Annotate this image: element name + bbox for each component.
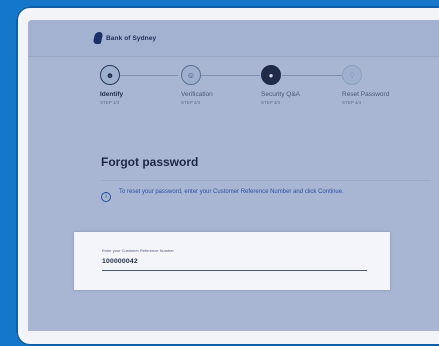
user-id-icon: ☻ xyxy=(100,65,120,85)
step-reset-password: ⚲ Reset Password STEP 4/4 xyxy=(342,65,422,105)
brand-name: Bank of Sydney xyxy=(106,34,157,42)
app-screen: Bank of Sydney ☻ Identify STEP 1/4 ☺ Ver… xyxy=(28,20,439,331)
step-label: Reset Password xyxy=(342,91,390,98)
step-identify: ☻ Identify STEP 1/4 xyxy=(100,65,180,105)
info-message: i To reset your password, enter your Cus… xyxy=(101,188,401,202)
key-icon: ⚲ xyxy=(342,65,362,85)
step-label: Identify xyxy=(100,91,124,98)
brand-logo[interactable]: Bank of Sydney xyxy=(92,32,157,44)
crn-card: Enter your Customer Reference Number 100… xyxy=(74,232,390,290)
input-underline xyxy=(102,270,367,271)
divider xyxy=(101,180,431,181)
bank-logo-icon xyxy=(92,32,104,44)
page-title: Forgot password xyxy=(101,155,199,169)
info-text: To reset your password, enter your Custo… xyxy=(119,189,344,195)
step-label: Security Q&A xyxy=(261,91,301,98)
step-number: STEP 1/4 xyxy=(100,100,120,105)
step-label: Verification xyxy=(181,91,213,98)
step-number: STEP 2/4 xyxy=(181,100,201,105)
stepper: ☻ Identify STEP 1/4 ☺ Verification STEP … xyxy=(28,65,439,125)
shield-icon: ● xyxy=(261,65,281,85)
step-security-qa: ● Security Q&A STEP 3/4 xyxy=(261,65,341,105)
step-number: STEP 3/4 xyxy=(261,100,281,105)
info-icon: i xyxy=(101,192,111,202)
crn-field-label: Enter your Customer Reference Number xyxy=(102,248,174,253)
crn-input[interactable]: 100000042 xyxy=(102,258,138,265)
step-number: STEP 4/4 xyxy=(342,100,362,105)
step-verification: ☺ Verification STEP 2/4 xyxy=(181,65,261,105)
user-verification-icon: ☺ xyxy=(181,65,201,85)
header: Bank of Sydney xyxy=(28,20,439,57)
